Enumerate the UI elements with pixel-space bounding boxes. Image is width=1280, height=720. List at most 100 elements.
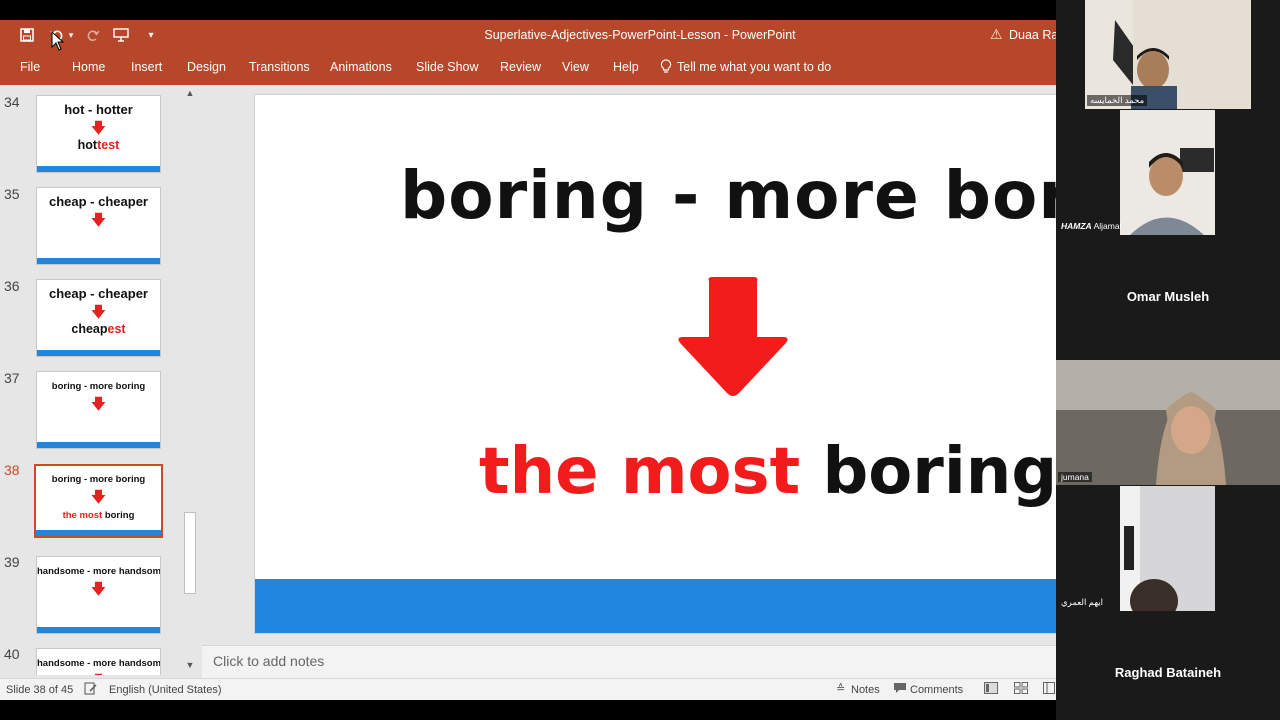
mouse-cursor-icon [51, 31, 65, 51]
thumbnail-title: handsome - more handsome [37, 566, 161, 577]
thumbnail-number: 37 [4, 370, 20, 386]
thumbnail-title: boring - more boring [51, 474, 146, 485]
notes-icon: ≙ [836, 683, 846, 695]
scrollbar-thumb[interactable] [184, 512, 196, 594]
slide-thumbnail-39[interactable]: handsome - more handsome 🡇 [36, 556, 161, 634]
slide-thumbnail-37[interactable]: boring - more boring 🡇 [36, 371, 161, 449]
thumbnail-number: 40 [4, 646, 20, 662]
slide-thumbnail-pane: 34 hot - hotter 🡇 hottest 35 cheap - che… [0, 85, 202, 675]
answer-base: cheap [71, 322, 108, 336]
down-arrow-icon: 🡇 [90, 212, 107, 229]
participant-video-5[interactable] [1120, 486, 1215, 611]
down-arrow-icon: 🡇 [37, 671, 160, 675]
screen: ▾ ▾ Superlative-Adjectives-PowerPoint-Le… [0, 0, 1280, 720]
participant-video-frame [1056, 360, 1280, 485]
participant-video-1[interactable]: محمد الخمايسه [1085, 0, 1251, 109]
tab-animations[interactable]: Animations [330, 60, 392, 74]
normal-view-icon[interactable] [984, 682, 998, 697]
answer-base: boring [104, 510, 135, 521]
down-arrow-icon: 🡇 [90, 581, 107, 598]
answer-suffix: est [107, 322, 126, 336]
status-bar: Slide 38 of 45 English (United States) ≙… [0, 678, 1056, 700]
slide-canvas[interactable]: boring - more boring the most boring [254, 94, 1056, 634]
participant-name: jumana [1058, 472, 1092, 482]
answer-prefix: the most [62, 510, 103, 521]
scroll-down-icon[interactable]: ▼ [182, 660, 198, 674]
notes-pane[interactable]: Click to add notes [202, 645, 1056, 678]
slide-thumbnail-36[interactable]: cheap - cheaper 🡇 cheapest [36, 279, 161, 357]
participant-video-frame [1085, 0, 1251, 109]
tab-home[interactable]: Home [72, 60, 105, 74]
participant-name: HAMZA Aljamal [1058, 221, 1124, 231]
thumbnail-bar [37, 166, 160, 172]
thumbnail-number: 35 [4, 186, 20, 202]
answer-base: hot [77, 138, 98, 152]
title-bar: ▾ ▾ Superlative-Adjectives-PowerPoint-Le… [0, 20, 1056, 50]
slide-answer[interactable]: the most boring [479, 435, 1056, 509]
slide-title[interactable]: boring - more boring [400, 157, 1056, 234]
participant-name: ايهم العمري [1061, 597, 1103, 607]
thumbnail-bar [37, 442, 160, 448]
thumbnail-title: boring - more boring [51, 381, 146, 392]
thumbnail-number: 38 [4, 462, 20, 478]
comments-button[interactable]: Comments [910, 684, 963, 696]
thumbnail-title: cheap - cheaper [49, 194, 148, 209]
thumbnail-number: 36 [4, 278, 20, 294]
tab-insert[interactable]: Insert [131, 60, 162, 74]
thumbnail-bar [37, 627, 160, 633]
participants-panel: محمد الخمايسه HAMZA Aljamal Omar Musleh … [1056, 0, 1280, 720]
participant-name-bold: HAMZA [1061, 221, 1092, 231]
participant-name-only[interactable]: Raghad Bataineh [1056, 665, 1280, 680]
slide-sorter-icon[interactable] [1014, 682, 1028, 697]
tab-design[interactable]: Design [187, 60, 226, 74]
slide-counter: Slide 38 of 45 [6, 684, 74, 696]
participant-video-4[interactable]: jumana [1056, 360, 1280, 485]
tell-me-search[interactable]: Tell me what you want to do [677, 60, 831, 74]
down-arrow-icon: 🡇 [90, 396, 107, 413]
participant-name-only[interactable]: Omar Musleh [1056, 289, 1280, 304]
thumbnail-bar [36, 530, 161, 536]
thumbnail-answer: hottest [37, 138, 160, 152]
slide-thumbnail-35[interactable]: cheap - cheaper 🡇 [36, 187, 161, 265]
comment-icon [893, 682, 907, 697]
language-indicator[interactable]: English (United States) [109, 684, 222, 696]
bottom-black-bar [0, 700, 1056, 720]
notes-button[interactable]: Notes [851, 684, 880, 696]
tab-transitions[interactable]: Transitions [249, 60, 310, 74]
top-black-bar [0, 0, 1056, 20]
thumbnail-number: 34 [4, 94, 20, 110]
lightbulb-icon [660, 59, 672, 77]
thumbnail-scrollbar[interactable]: ▲ ▼ [182, 88, 198, 674]
down-arrow-icon: 🡇 [90, 489, 107, 506]
answer-suffix: test [97, 138, 120, 152]
thumbnail-number: 39 [4, 554, 20, 570]
participant-video-frame [1120, 486, 1215, 611]
answer-word: boring [822, 435, 1056, 509]
thumbnail-title: handsome - more handsome [37, 658, 161, 669]
reading-view-icon[interactable] [1043, 682, 1055, 697]
thumbnail-title: cheap - cheaper [49, 286, 148, 301]
slide-thumbnail-40[interactable]: handsome - more handsome 🡇 [36, 648, 161, 675]
slide-thumbnail-38[interactable]: boring - more boring 🡇 the most boring [34, 464, 163, 538]
tab-slide-show[interactable]: Slide Show [416, 60, 479, 74]
notes-placeholder[interactable]: Click to add notes [213, 653, 324, 669]
scroll-up-icon[interactable]: ▲ [182, 88, 198, 102]
participant-name: محمد الخمايسه [1087, 95, 1148, 106]
tab-view[interactable]: View [562, 60, 589, 74]
thumbnail-bar [37, 350, 160, 356]
thumbnail-bar [37, 258, 160, 264]
participant-video-2[interactable] [1120, 110, 1215, 235]
participant-name-rest: Aljamal [1093, 221, 1122, 231]
user-name[interactable]: Duaa Rab [1009, 28, 1056, 42]
tab-help[interactable]: Help [613, 60, 639, 74]
spelling-icon[interactable] [84, 682, 97, 698]
document-title: Superlative-Adjectives-PowerPoint-Lesson… [484, 28, 796, 42]
slide-footer-bar [255, 579, 1056, 633]
answer-prefix: the most [479, 435, 801, 509]
slide-thumbnail-34[interactable]: hot - hotter 🡇 hottest [36, 95, 161, 173]
tab-review[interactable]: Review [500, 60, 541, 74]
tab-file[interactable]: File [20, 60, 40, 74]
down-arrow-icon [678, 277, 788, 396]
thumbnail-title: hot - hotter [64, 102, 133, 117]
participant-video-frame [1120, 110, 1215, 235]
